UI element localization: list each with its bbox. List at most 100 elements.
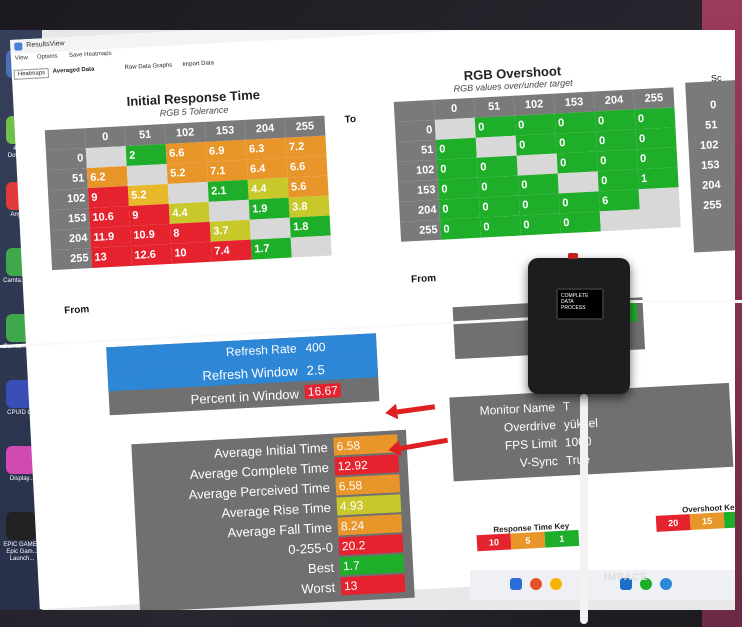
heatmap-cell: 0 xyxy=(515,133,557,156)
desktop-shortcut-icon[interactable] xyxy=(6,512,36,540)
heatmap-cell: 1.8 xyxy=(289,215,331,238)
heatmap-cell: 6.4 xyxy=(246,157,288,180)
heatmap-column-header: 102 xyxy=(164,121,206,144)
tab-heatmaps[interactable]: Heatmaps xyxy=(13,68,50,80)
initial-response-to-label: To xyxy=(344,114,357,126)
heatmap-column-header: 51 xyxy=(473,95,515,118)
tab-import-data[interactable]: Import Data xyxy=(179,59,217,69)
latency-tester-device: COMPLETE DATA PROCESS xyxy=(528,253,630,394)
heatmap-row-header: 255 xyxy=(51,248,93,271)
heatmap-cell: 5.2 xyxy=(127,183,169,207)
overshoot-key: Overshoot Key 20155 xyxy=(655,501,735,532)
heatmap-cell xyxy=(557,171,599,194)
heatmap-cell: 2 xyxy=(125,143,167,167)
percent-window-value: 16.67 xyxy=(304,383,342,400)
heatmap-cell: 0 xyxy=(519,213,561,236)
heatmap-cell: 6 xyxy=(598,189,640,212)
menu-options[interactable]: Options xyxy=(37,54,58,61)
refresh-window-value: 2.5 xyxy=(306,361,326,378)
refresh-panel: Refresh Rate 400 Refresh Window 2.5 Perc… xyxy=(106,333,380,416)
heatmap-cell: 6.6 xyxy=(286,155,328,178)
vsync-label: V-Sync xyxy=(519,453,559,470)
key-swatch: 15 xyxy=(689,512,725,531)
heatmap-row-header: 255 xyxy=(400,219,442,242)
monitor-brand-logo: IMPACE xyxy=(604,572,649,583)
heatmap-cell xyxy=(599,209,641,232)
heatmap-cell: 3.7 xyxy=(209,219,251,242)
fps-limit-value: 1000 xyxy=(564,434,592,450)
menu-view[interactable]: View xyxy=(15,55,28,62)
heatmap-cell: 0 xyxy=(596,149,638,172)
heatmap-cell: 0 xyxy=(597,169,639,192)
windows-start-icon[interactable] xyxy=(510,578,522,590)
heatmap-column-header: 255 xyxy=(284,115,326,138)
taskbar xyxy=(470,570,735,600)
heatmap-row-header: 51 xyxy=(46,168,88,191)
heatmap-column-header: 204 xyxy=(244,117,286,140)
heatmap-cell: 2.1 xyxy=(207,179,249,202)
heatmap-cell xyxy=(208,199,250,222)
stat-value: 6.58 xyxy=(335,474,401,496)
stat-value: 20.2 xyxy=(338,534,404,556)
heatmap-cell: 0 xyxy=(595,129,637,152)
window-title: ResultsView xyxy=(26,40,65,50)
heatmap-cell: 11.9 xyxy=(89,225,131,249)
averages-panel: Average Initial Time 6.58 Average Complete… xyxy=(131,429,415,610)
heatmap-cell: 6.3 xyxy=(245,137,287,160)
heatmap-cell: 0 xyxy=(517,173,559,196)
tab-averaged-data[interactable]: Averaged Data xyxy=(50,65,98,75)
heatmap-cell: 3.8 xyxy=(288,195,330,218)
heatmap-cell xyxy=(475,135,517,158)
heatmap-cell: 6.6 xyxy=(165,141,207,164)
heatmap-cell: 8 xyxy=(169,221,211,244)
monitor-info-panel: Monitor Name T Overdrive yüksel FPS Limi… xyxy=(449,382,734,482)
heatmap-row-header: 153 xyxy=(397,179,439,202)
heatmap-cell: 0 xyxy=(438,197,480,220)
heatmap-cell: 0 xyxy=(476,155,518,178)
key-swatch: 10 xyxy=(476,533,512,552)
heatmap-cell: 0 xyxy=(636,147,678,170)
heatmap-cell: 10.9 xyxy=(129,223,171,246)
heatmap-row-header: 102 xyxy=(47,188,89,211)
device-screen: COMPLETE DATA PROCESS xyxy=(556,288,604,320)
third-heatmap-partial: Sc 0 51 102 153 204 255 xyxy=(685,73,735,253)
heatmap-cell: 13 xyxy=(90,245,132,269)
app-icon-4[interactable] xyxy=(660,578,672,590)
heatmap-cell xyxy=(639,207,681,230)
cable-right xyxy=(630,300,742,303)
heatmap-cell: 0 xyxy=(435,137,477,160)
heatmap-column-header: 153 xyxy=(204,119,246,142)
rgb-overshoot-from-label: From xyxy=(410,273,437,286)
heatmap-cell: 0 xyxy=(514,113,556,136)
vsync-value: True xyxy=(565,452,591,468)
chrome-icon[interactable] xyxy=(550,578,562,590)
heatmap-corner xyxy=(393,99,435,122)
heatmap-cell xyxy=(126,163,168,187)
heatmap-cell: 0 xyxy=(436,157,478,180)
heatmap-cell: 1.9 xyxy=(248,197,290,220)
heatmap-row-header: 0 xyxy=(394,119,436,142)
third-panel-title: Sc xyxy=(710,72,722,84)
initial-response-heatmap: 0 51 102 153 204 255 0 2 6.6 6.9 6.3 7.2 51 6.2 5.2 7.1… xyxy=(44,115,332,271)
app-icon-1[interactable] xyxy=(530,578,542,590)
heatmap-cell: 4.4 xyxy=(168,201,210,224)
heatmap-cell: 6.9 xyxy=(205,139,247,162)
heatmap-column-header: 153 xyxy=(553,91,595,114)
heatmap-cell: 1.7 xyxy=(250,237,292,260)
heatmap-row-header: 102 xyxy=(396,159,438,182)
app-icon xyxy=(14,42,23,51)
heatmap-cell xyxy=(167,181,209,204)
stat-value: 8.24 xyxy=(337,514,403,536)
heatmap-cell: 7.2 xyxy=(285,135,327,158)
heatmap-cell: 0 xyxy=(594,109,636,132)
heatmap-cell: 7.1 xyxy=(206,159,248,182)
heatmap-cell xyxy=(516,153,558,176)
response-time-key: Response Time Key 10 5 1 xyxy=(476,521,587,552)
tab-raw-data-graphs[interactable]: Raw Data Graphs xyxy=(121,61,175,72)
heatmap-row-header: 153 xyxy=(48,208,90,231)
third-panel-row-label: 255 xyxy=(702,198,722,212)
heatmap-cell xyxy=(290,235,332,258)
heatmap-cell: 12.6 xyxy=(130,243,172,266)
menu-save-heatmaps[interactable]: Save Heatmaps xyxy=(69,51,112,59)
heatmap-cell: 10 xyxy=(170,241,212,264)
